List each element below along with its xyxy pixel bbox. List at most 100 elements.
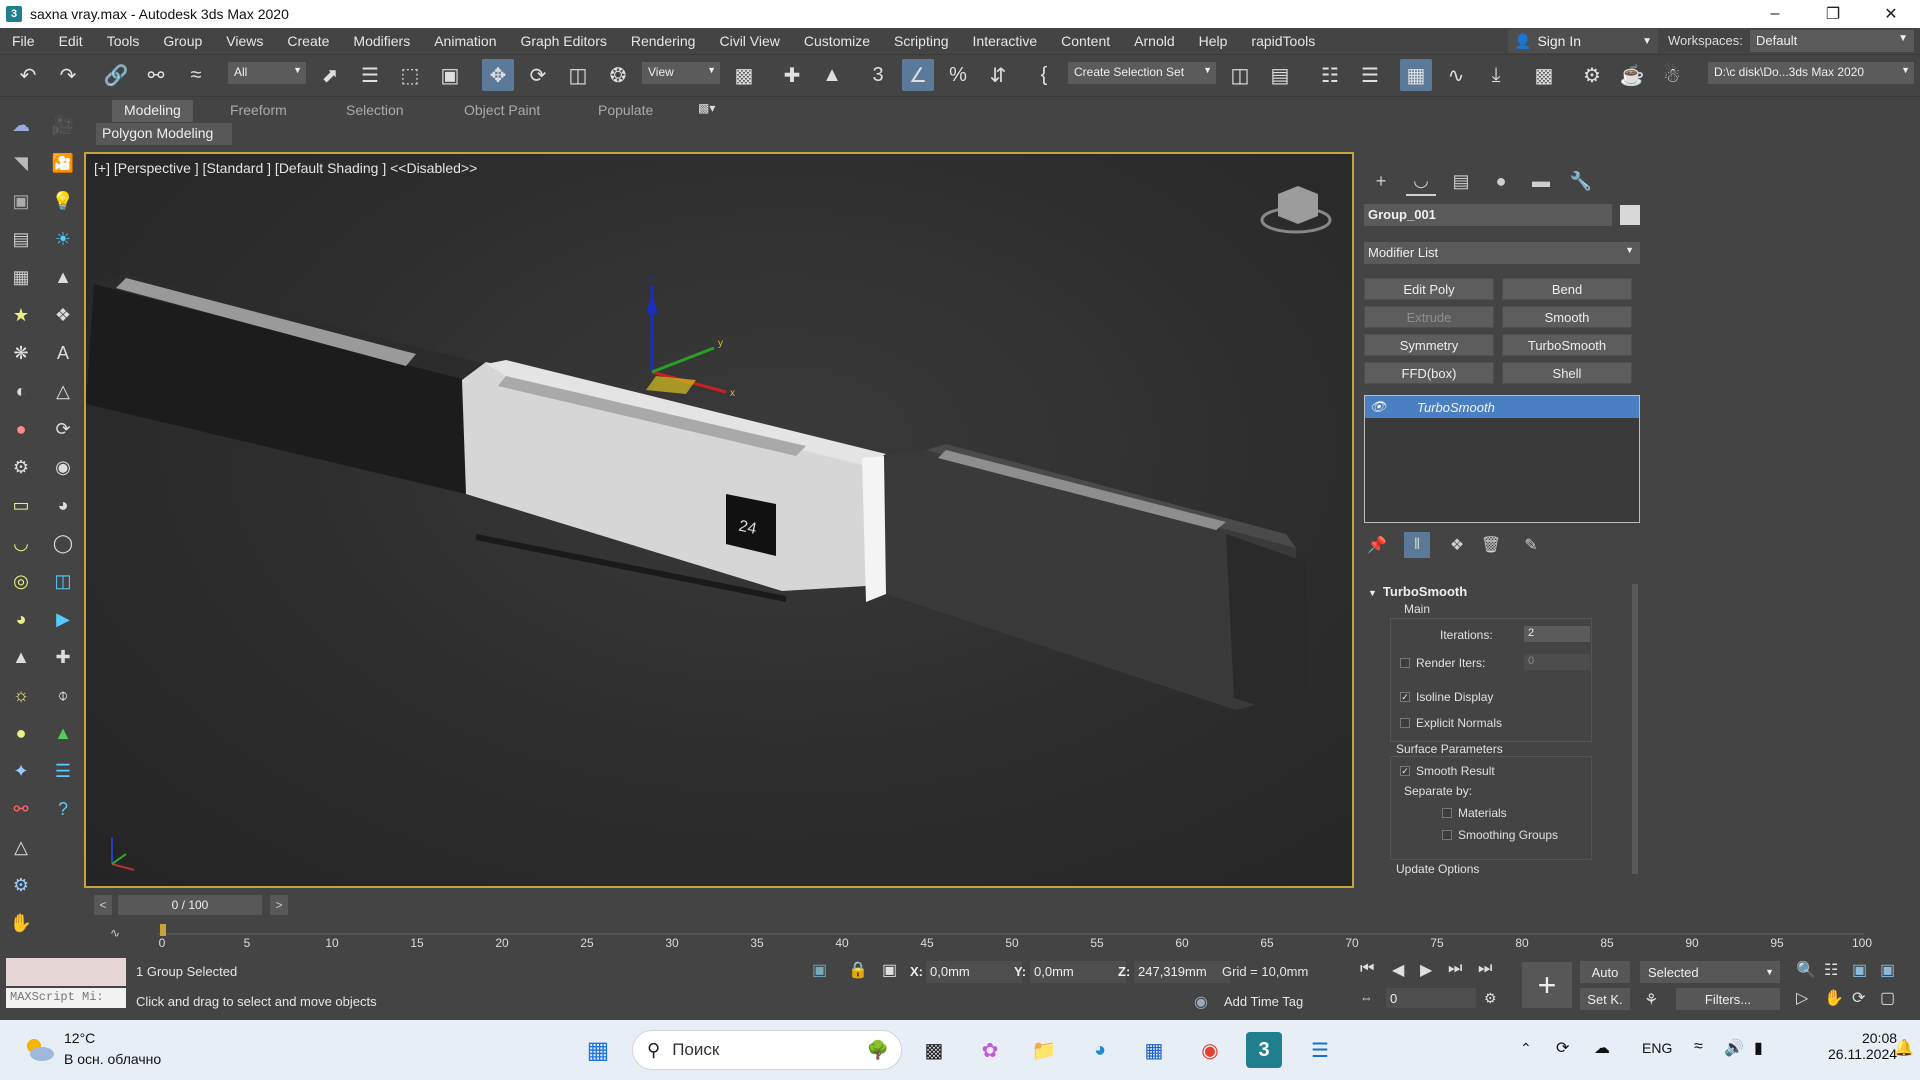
tab-object-paint[interactable]: Object Paint — [452, 100, 552, 122]
reference-coordinate-dropdown[interactable]: View ▼ — [642, 62, 720, 84]
ffd-box-button[interactable]: FFD(box) — [1364, 362, 1494, 384]
volume-icon[interactable]: 🔊 — [1724, 1038, 1744, 1058]
smooth-result-row[interactable]: ✓ Smooth Result — [1400, 764, 1495, 778]
curve-editor-icon[interactable]: ∿ — [1440, 59, 1472, 91]
tab-populate[interactable]: Populate — [586, 100, 665, 122]
align-icon[interactable]: ▤ — [1264, 59, 1296, 91]
pin-stack-icon[interactable]: 📌 — [1364, 532, 1390, 558]
next-frame-button[interactable]: > — [270, 895, 288, 915]
shell-button[interactable]: Shell — [1502, 362, 1632, 384]
schematic-view-icon[interactable]: ⤓ — [1480, 59, 1512, 91]
mirror-icon[interactable]: ◫ — [1224, 59, 1256, 91]
battery-icon[interactable]: ▮ — [1754, 1038, 1763, 1058]
menu-edit[interactable]: Edit — [47, 33, 95, 49]
redo-icon[interactable]: ↷ — [52, 59, 84, 91]
zoom-extents-icon[interactable]: ▣ — [1852, 960, 1867, 980]
select-and-place-icon[interactable]: ❂ — [602, 59, 634, 91]
absolute-mode-icon[interactable]: ▣ — [882, 960, 897, 980]
eye-icon[interactable]: 👁 — [1365, 399, 1391, 415]
spotlight-icon[interactable]: ▲ — [48, 262, 78, 292]
grid-icon[interactable]: ▦ — [6, 262, 36, 292]
key-mode-toggle-icon[interactable]: ⚘ — [1644, 990, 1658, 1010]
cloud-offline-icon[interactable]: ☁ — [1594, 1038, 1610, 1058]
spinner-snap-icon[interactable]: ⇵ — [982, 59, 1014, 91]
edit-named-selection-icon[interactable]: { — [1028, 59, 1060, 91]
sign-in-button[interactable]: 👤 Sign In ▼ — [1508, 29, 1658, 53]
z-coordinate-field[interactable]: 247,319mm — [1134, 961, 1230, 983]
modify-tab-icon[interactable]: ◡ — [1406, 166, 1436, 196]
configure-modifier-sets-icon[interactable]: ✎ — [1518, 532, 1544, 558]
key-mode-icon[interactable]: ⇔ — [1360, 990, 1373, 1005]
menu-rendering[interactable]: Rendering — [619, 33, 708, 49]
zoom-all-icon[interactable]: ☷ — [1824, 960, 1838, 980]
render-setup-icon[interactable]: ⚙ — [1576, 59, 1608, 91]
filters-button[interactable]: Filters... — [1676, 988, 1780, 1010]
scene-explorer-icon[interactable]: ▦ — [1400, 59, 1432, 91]
selection-lock-icon[interactable]: 🔒 — [848, 960, 868, 980]
y-coordinate-field[interactable]: 0,0mm — [1030, 961, 1126, 983]
viewcube-icon[interactable] — [1278, 186, 1318, 224]
task-view-icon[interactable]: ▩ — [916, 1032, 952, 1068]
globe-icon[interactable]: ◕ — [48, 490, 78, 520]
sphere-icon[interactable]: ◉ — [48, 452, 78, 482]
rollout-header[interactable]: ▼ TurboSmooth — [1368, 584, 1467, 599]
render-production-icon[interactable]: ☃ — [1656, 59, 1688, 91]
tab-modeling[interactable]: Modeling — [112, 100, 193, 122]
trash-icon[interactable]: 🗑 — [1478, 532, 1504, 558]
time-tag-icon[interactable]: ◉ — [1194, 992, 1208, 1012]
menu-animation[interactable]: Animation — [422, 33, 508, 49]
angle-snap-icon[interactable]: ∠ — [902, 59, 934, 91]
gear-small-icon[interactable]: ⚙ — [6, 870, 36, 900]
maxscript-output[interactable] — [6, 958, 126, 986]
weather-icon[interactable] — [22, 1034, 56, 1064]
render-iters-spinner[interactable]: 0 — [1524, 654, 1590, 670]
manipulate-icon[interactable]: ✚ — [776, 59, 808, 91]
menu-modifiers[interactable]: Modifiers — [341, 33, 422, 49]
material-editor-icon[interactable]: ▩ — [1528, 59, 1560, 91]
layer-explorer-icon[interactable]: ☷ — [1314, 59, 1346, 91]
tab-freeform[interactable]: Freeform — [218, 100, 299, 122]
turbosmooth-button[interactable]: TurboSmooth — [1502, 334, 1632, 356]
wifi-icon[interactable]: ≈ — [1694, 1038, 1703, 1056]
current-frame-field[interactable]: 0 — [1386, 988, 1476, 1008]
fur-icon[interactable]: ❋ — [6, 338, 36, 368]
maxscript-input[interactable]: MAXScript Mi: — [6, 988, 126, 1008]
file-explorer-icon[interactable]: 📁 — [1026, 1032, 1062, 1068]
maximize-viewport-icon[interactable]: ▢ — [1880, 988, 1895, 1008]
menu-arnold[interactable]: Arnold — [1122, 33, 1186, 49]
cone-icon[interactable]: ▲ — [6, 642, 36, 672]
smooth-result-checkbox[interactable]: ✓ — [1400, 766, 1410, 776]
menu-file[interactable]: File — [0, 33, 47, 49]
render-iters-checkbox[interactable] — [1400, 658, 1410, 668]
sun-icon[interactable]: ☀ — [48, 224, 78, 254]
workspace-dropdown[interactable]: Default ▼ — [1750, 30, 1914, 52]
maxscript-listener[interactable]: MAXScript Mi: — [6, 958, 126, 1008]
render-view-icon[interactable]: ▶ — [48, 604, 78, 634]
materials-checkbox[interactable] — [1442, 808, 1452, 818]
time-configuration-icon[interactable]: ⚙ — [1484, 990, 1497, 1007]
undo-icon[interactable]: ↶ — [12, 59, 44, 91]
auto-key-button[interactable]: Auto — [1580, 961, 1630, 983]
copilot-icon[interactable]: ✿ — [972, 1032, 1008, 1068]
camera-icon[interactable]: 🎥 — [48, 110, 78, 140]
x-coordinate-field[interactable]: 0,0mm — [926, 961, 1022, 983]
set-key-icon[interactable]: + — [1522, 962, 1572, 1008]
smoothing-groups-checkbox[interactable] — [1442, 830, 1452, 840]
clock[interactable]: 20:08 26.11.2024 — [1828, 1030, 1897, 1062]
hand-icon[interactable]: ✋ — [6, 908, 36, 938]
menu-civil-view[interactable]: Civil View — [707, 33, 791, 49]
menu-graph-editors[interactable]: Graph Editors — [508, 33, 618, 49]
utilities-tab-icon[interactable]: 🔧 — [1566, 166, 1596, 196]
molecule-icon[interactable]: ⚯ — [6, 794, 36, 824]
menu-content[interactable]: Content — [1049, 33, 1122, 49]
vessel-icon[interactable]: ⌽ — [48, 680, 78, 710]
frame-buffer-icon[interactable]: ▣ — [6, 186, 36, 216]
menu-interactive[interactable]: Interactive — [961, 33, 1050, 49]
edit-poly-button[interactable]: Edit Poly — [1364, 278, 1494, 300]
notepad-icon[interactable]: ☰ — [1302, 1032, 1338, 1068]
light-cache-icon[interactable]: ★ — [6, 300, 36, 330]
symmetry-button[interactable]: Symmetry — [1364, 334, 1494, 356]
select-by-name-icon[interactable]: ☰ — [354, 59, 386, 91]
orbit-icon[interactable]: ⟳ — [1852, 988, 1865, 1008]
object-name-field[interactable]: Group_001 — [1364, 204, 1612, 226]
